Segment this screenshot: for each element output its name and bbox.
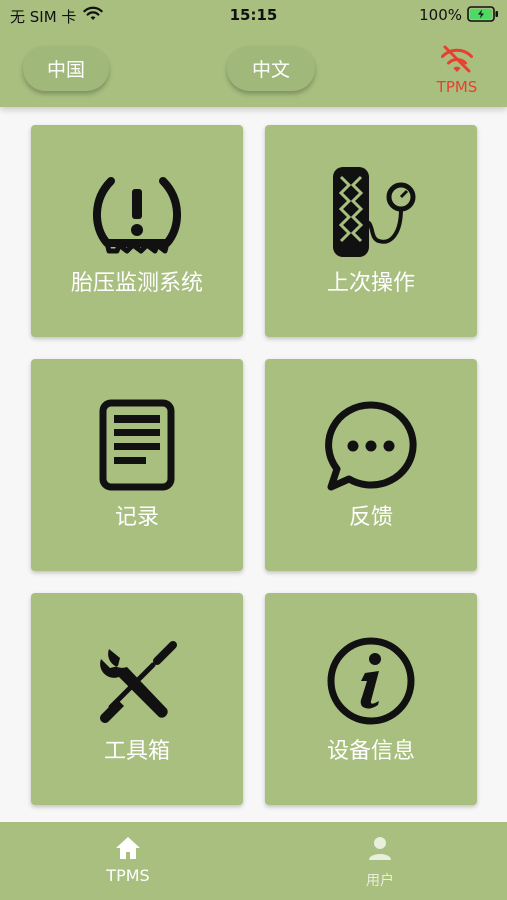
tile-label: 胎压监测系统 [70,271,203,296]
document-icon [99,399,175,491]
wrench-screwdriver-icon [100,641,177,723]
tile-label: 设备信息 [326,739,415,764]
tile-last-operation[interactable]: 上次操作 [265,125,477,337]
tpms-status-label: TPMS [436,78,478,96]
bottom-navigation: TPMS 用户 [0,822,507,900]
nav-label: 用户 [366,873,394,889]
chat-bubble-icon [325,401,417,491]
tire-gauge-icon [333,167,416,257]
home-icon [116,837,140,859]
wifi-off-icon [441,45,473,73]
battery-icon [467,6,499,22]
tile-label: 反馈 [348,505,393,530]
nav-label: TPMS [106,866,150,885]
user-icon [369,837,391,860]
nav-item-user[interactable]: 用户 [320,834,440,894]
tile-label: 记录 [114,505,159,530]
region-button[interactable]: 中国 [23,46,109,91]
top-bar: 无 SIM 卡 15:15 100% 中国 中文 TPMS [0,0,507,107]
nav-item-tpms[interactable]: TPMS [68,834,188,894]
tile-tpms[interactable]: 胎压监测系统 [31,125,243,337]
tile-feedback[interactable]: 反馈 [265,359,477,571]
feature-grid: 胎压监测系统 上次操作 记录 反馈 工具箱 设备信息 [0,107,507,820]
info-icon [327,637,415,725]
tile-label: 工具箱 [103,739,170,764]
tile-records[interactable]: 记录 [31,359,243,571]
status-bar: 无 SIM 卡 15:15 100% [0,0,507,32]
tire-pressure-warning-icon [92,177,182,254]
tile-device-info[interactable]: 设备信息 [265,593,477,805]
tile-label: 上次操作 [326,271,415,296]
tpms-connection-status[interactable]: TPMS [429,44,485,100]
battery-percent: 100% [419,6,462,24]
tile-toolbox[interactable]: 工具箱 [31,593,243,805]
language-button[interactable]: 中文 [227,46,315,91]
